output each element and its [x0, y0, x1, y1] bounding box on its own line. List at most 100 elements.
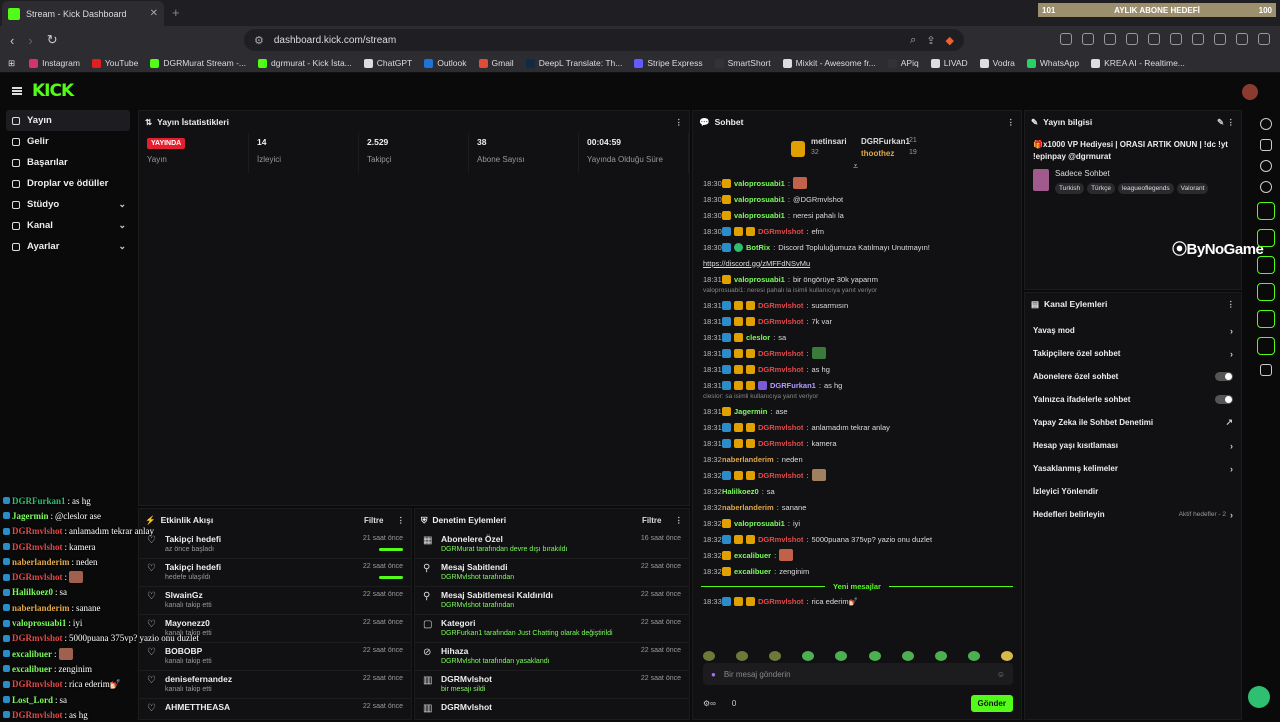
chat-username[interactable]: cleslor — [746, 333, 770, 342]
list-tool-icon[interactable] — [1257, 310, 1275, 328]
broadcast-tool-icon[interactable] — [1257, 283, 1275, 301]
chat-message[interactable]: 18:30 DGRmvlshot: efm — [693, 223, 1021, 239]
quick-emote-icon[interactable] — [835, 651, 848, 661]
moderation-row[interactable]: ⚲ Mesaj Sabitlendi DGRMvlshot tarafından 22… — [415, 559, 689, 587]
tag-chip[interactable]: Turkish — [1055, 183, 1085, 194]
chat-message[interactable]: 18:31 valoprosuabi1: bir öngörüye 30k yapa… — [693, 271, 1021, 287]
moderation-row[interactable]: ▥ DGRMvlshot bir mesajı sildi 22 saat önce — [415, 671, 689, 699]
chat-message[interactable]: 18:31 DGRmvlshot: anlamadım tekrar anlay — [693, 419, 1021, 435]
quick-emote-icon[interactable] — [802, 651, 815, 661]
extension-icon[interactable] — [1236, 33, 1248, 45]
mic-icon[interactable]: ● — [711, 670, 716, 679]
tag-chip[interactable]: Türkçe — [1087, 183, 1115, 194]
chat-username[interactable]: DGRmvlshot — [758, 365, 803, 374]
bookmark-item[interactable]: Outlook — [424, 58, 467, 68]
action-row[interactable]: Yasaklanmış kelimeler › — [1025, 457, 1241, 480]
chat-username[interactable]: valoprosuabi1 — [734, 195, 785, 204]
chat-message[interactable]: 18:32 naberlanderim: sanane — [693, 499, 1021, 515]
send-button[interactable]: Gönder — [970, 694, 1013, 712]
chat-username[interactable]: DGRmvlshot — [758, 439, 803, 448]
extension-icon[interactable] — [1214, 33, 1226, 45]
brave-shield-icon[interactable]: ◆ — [946, 34, 954, 47]
action-row[interactable]: Hedefleri belirleyin Aktif hedefler - 2 › — [1025, 503, 1241, 526]
moderation-row[interactable]: ▢ Kategori DGRFurkan1 tarafından Just Chat… — [415, 615, 689, 643]
extension-icon[interactable] — [1104, 33, 1116, 45]
supporter-name[interactable]: thoothez — [861, 149, 894, 158]
reload-icon[interactable]: ↻ — [47, 32, 58, 48]
chat-username[interactable]: DGRmvlshot — [758, 597, 803, 606]
sidebar-item[interactable]: Gelir — [6, 131, 130, 152]
bookmark-item[interactable]: dgrmurat - Kick İsta... — [257, 58, 352, 68]
extension-icon[interactable] — [1192, 33, 1204, 45]
bookmark-item[interactable]: APiq — [887, 58, 919, 68]
tag-chip[interactable]: Valorant — [1176, 183, 1209, 194]
filter-button[interactable]: Filtre — [364, 516, 384, 525]
action-row[interactable]: Hesap yaşı kısıtlaması › — [1025, 434, 1241, 457]
toggle-switch[interactable] — [1215, 372, 1233, 381]
emoji-icon[interactable]: ☺ — [997, 670, 1005, 679]
chat-username[interactable]: DGRmvlshot — [758, 301, 803, 310]
chat-username[interactable]: valoprosuabi1 — [734, 179, 785, 188]
extension-icon[interactable] — [1170, 33, 1182, 45]
avatar[interactable] — [1242, 84, 1258, 100]
quick-emote-icon[interactable] — [967, 651, 980, 661]
menu-icon[interactable] — [12, 87, 22, 95]
bookmark-item[interactable]: Mixkit - Awesome fr... — [782, 58, 876, 68]
chat-message[interactable]: 18:32 excalibuer: — [693, 547, 1021, 563]
collapse-icon[interactable]: ⩡ — [853, 161, 858, 172]
edit-icon[interactable]: ✎ ⋮ — [1217, 117, 1235, 128]
bookmark-item[interactable]: LIVAD — [930, 58, 968, 68]
share-icon[interactable]: ⇪ — [926, 34, 935, 47]
help-icon[interactable] — [1260, 160, 1272, 172]
chat-message[interactable]: 18:30 BotRix: Discord Topluluğumuza Katılm… — [693, 239, 1021, 255]
support-chat-button[interactable] — [1248, 686, 1270, 708]
bookmark-item[interactable]: DGRMurat Stream -... — [150, 58, 246, 68]
chat-message[interactable]: 18:30 valoprosuabi1: — [693, 175, 1021, 191]
quick-emote-icon[interactable] — [769, 651, 782, 661]
chat-username[interactable]: DGRmvlshot — [758, 317, 803, 326]
quick-emote-icon[interactable] — [703, 651, 715, 661]
chat-username[interactable]: Jagermin — [734, 407, 767, 416]
notes-tool-icon[interactable] — [1257, 229, 1275, 247]
chat-message[interactable]: 18:32 naberlanderim: neden — [693, 451, 1021, 467]
url-text[interactable]: dashboard.kick.com/stream — [274, 35, 900, 46]
supporter-name[interactable]: DGRFurkan1 — [861, 137, 910, 146]
extension-icon[interactable] — [1258, 33, 1270, 45]
chat-username[interactable]: naberlanderim — [722, 455, 774, 464]
zoom-icon[interactable]: ⌕ — [910, 34, 916, 47]
chat-message[interactable]: 18:30 valoprosuabi1: @DGRmvlshot — [693, 191, 1021, 207]
chat-message[interactable]: 18:33Lost_Lord:sa — [693, 609, 1021, 611]
pen-icon[interactable] — [1260, 139, 1272, 151]
action-row[interactable]: Yalnızca ifadelerle sohbet — [1025, 388, 1241, 411]
wrench-tool-icon[interactable] — [1257, 337, 1275, 355]
bookmark-item[interactable]: YouTube — [91, 58, 138, 68]
bookmark-item[interactable]: DeepL Translate: Th... — [525, 58, 622, 68]
close-tab-icon[interactable]: ✕ — [150, 8, 158, 19]
chat-message[interactable]: 18:32 valoprosuabi1: iyi — [693, 515, 1021, 531]
browser-tab[interactable]: Stream - Kick Dashboard ✕ — [2, 1, 164, 26]
supporter-name[interactable]: metinsari — [811, 137, 847, 146]
chat-message[interactable]: 18:32 DGRmvlshot: — [693, 467, 1021, 483]
settings-icon[interactable] — [1260, 181, 1272, 193]
bookmark-item[interactable]: ChatGPT — [363, 58, 412, 68]
sidebar-item[interactable]: Droplar ve ödüller — [6, 173, 130, 194]
sidebar-item[interactable]: Kanal ⌄ — [6, 215, 130, 236]
more-icon[interactable]: ⋮ — [675, 117, 684, 128]
action-row[interactable]: Takipçilere özel sohbet › — [1025, 342, 1241, 365]
chat-message[interactable]: 18:31 cleslor: sa — [693, 329, 1021, 345]
kick-logo[interactable]: KICK — [32, 81, 74, 101]
chat-message[interactable]: 18:31 DGRmvlshot: kamera — [693, 435, 1021, 451]
chat-message[interactable]: 18:30 valoprosuabi1: neresi pahalı la — [693, 207, 1021, 223]
chat-username[interactable]: BotRix — [746, 243, 770, 252]
chat-message[interactable]: 18:32 Halilkoez0: sa — [693, 483, 1021, 499]
chat-message[interactable]: https://discord.gg/zMFFdNSvMu — [693, 255, 1021, 271]
forward-icon[interactable]: › — [28, 33, 32, 48]
chat-username[interactable]: Halilkoez0 — [722, 487, 759, 496]
extension-icon[interactable] — [1060, 33, 1072, 45]
sidebar-item[interactable]: Başarılar — [6, 152, 130, 173]
info-icon[interactable] — [1260, 118, 1272, 130]
moderation-row[interactable]: ▦ Abonelere Özel DGRMurat tarafından devre… — [415, 531, 689, 559]
chat-message[interactable]: 18:31 DGRmvlshot: — [693, 345, 1021, 361]
new-tab-icon[interactable]: + — [172, 5, 180, 20]
bookmark-item[interactable]: WhatsApp — [1026, 58, 1079, 68]
